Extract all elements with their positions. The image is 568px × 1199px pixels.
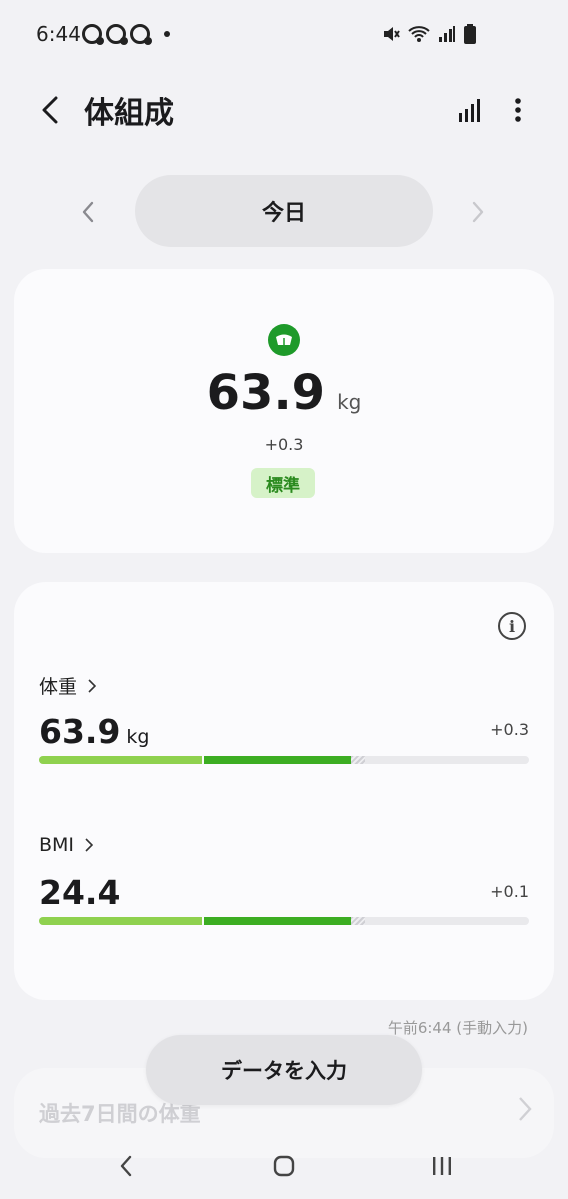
weight-change: +0.3: [264, 435, 304, 454]
body-composition-icon: [268, 324, 300, 356]
nav-home-icon: [273, 1155, 295, 1177]
notification-icon: [130, 24, 152, 45]
chevron-left-icon: [82, 201, 94, 223]
summary-card: 63.9 kg +0.3 標準: [14, 269, 554, 553]
info-button[interactable]: i: [498, 612, 526, 640]
back-button[interactable]: [30, 90, 70, 130]
signal-icon: [439, 26, 455, 42]
weight-range-bar: [39, 756, 529, 764]
notification-icons: [82, 24, 170, 45]
nav-back-button[interactable]: [108, 1148, 144, 1184]
metric-label: 体重: [39, 676, 78, 698]
chevron-right-icon: [519, 1097, 532, 1121]
bar-chart-icon: [459, 99, 480, 122]
weight-bar-fill: [204, 756, 351, 764]
chevron-left-icon: [42, 96, 58, 124]
metric-bmi-value: 24.4: [39, 873, 121, 912]
notification-icon: [106, 24, 128, 45]
previous-day-button[interactable]: [68, 192, 108, 232]
metric-bmi-change: +0.1: [490, 882, 529, 901]
bmi-range-bar: [39, 917, 529, 925]
info-icon: i: [508, 616, 516, 636]
enter-data-button[interactable]: データを入力: [146, 1035, 422, 1105]
more-options-button[interactable]: [498, 90, 538, 130]
weight-display: 63.9 kg: [14, 365, 554, 421]
nav-back-icon: [120, 1155, 132, 1177]
wifi-icon: [408, 26, 430, 42]
more-notifications-dot: [164, 31, 170, 37]
metric-weight-value: 63.9 kg: [39, 712, 150, 751]
status-badge: 標準: [251, 468, 315, 498]
date-selector[interactable]: 今日: [135, 175, 433, 247]
chevron-right-icon: [88, 678, 97, 693]
status-bar: 6:44: [0, 0, 568, 72]
metric-bmi-link[interactable]: BMI: [39, 834, 94, 856]
weight-value: 63.9: [206, 365, 326, 421]
system-nav-bar: [0, 1130, 568, 1199]
weight-unit: kg: [337, 390, 362, 414]
measurement-timestamp: 午前6:44 (手動入力): [387, 1019, 528, 1037]
trends-button[interactable]: [450, 90, 490, 130]
battery-icon: [464, 24, 476, 44]
details-card: i 体重 63.9 kg +0.3 BMI 24.4 +0.1: [14, 582, 554, 1000]
more-vertical-icon: [515, 98, 521, 122]
page-title: 体組成: [84, 96, 174, 131]
nav-recents-button[interactable]: [424, 1148, 460, 1184]
nav-home-button[interactable]: [266, 1148, 302, 1184]
notification-icon: [82, 24, 104, 45]
metric-weight-change: +0.3: [490, 720, 529, 739]
metric-weight-link[interactable]: 体重: [39, 672, 97, 699]
status-time: 6:44: [36, 22, 81, 46]
nav-recents-icon: [433, 1157, 451, 1175]
bmi-bar-fill: [204, 917, 351, 925]
app-header: 体組成: [0, 72, 568, 144]
chevron-right-icon: [85, 838, 94, 852]
chevron-right-icon: [472, 201, 484, 223]
metric-label: BMI: [39, 834, 75, 856]
mute-icon: [384, 27, 400, 41]
next-day-button[interactable]: [458, 192, 498, 232]
system-icons: [382, 24, 476, 44]
